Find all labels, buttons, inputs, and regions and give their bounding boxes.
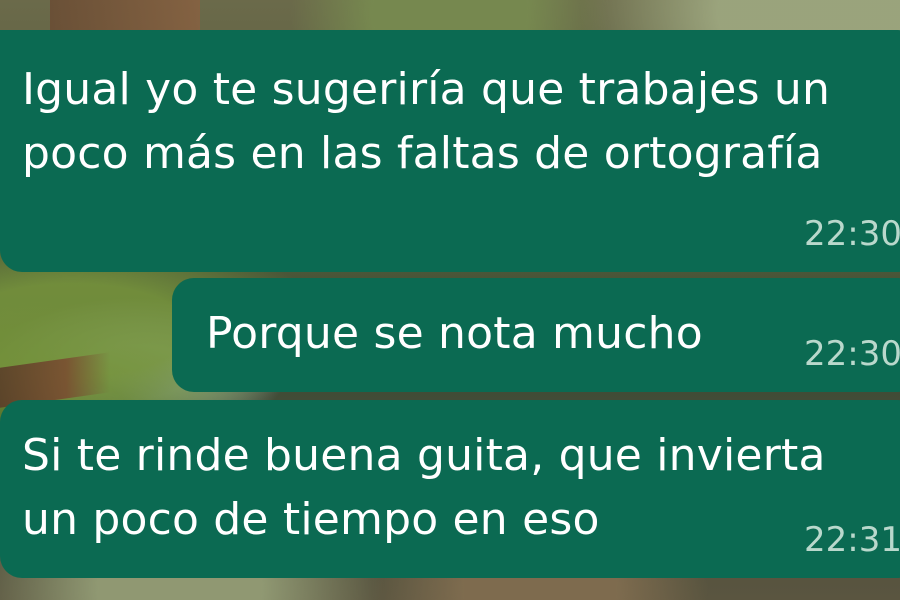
- message-timestamp: 22:31: [804, 520, 900, 560]
- message-bubble[interactable]: Si te rinde buena guita, que invierta un…: [0, 400, 900, 578]
- message-timestamp: 22:30: [804, 334, 900, 374]
- message-timestamp: 22:30: [804, 214, 900, 254]
- message-bubble[interactable]: Porque se nota mucho 22:30: [172, 278, 900, 392]
- message-text: Si te rinde buena guita, que invierta un…: [22, 430, 826, 545]
- chat-conversation: Igual yo te sugeriría que trabajes un po…: [0, 0, 900, 600]
- message-text: Porque se nota mucho: [206, 308, 703, 359]
- message-text: Igual yo te sugeriría que trabajes un po…: [22, 64, 831, 179]
- message-bubble[interactable]: Igual yo te sugeriría que trabajes un po…: [0, 30, 900, 272]
